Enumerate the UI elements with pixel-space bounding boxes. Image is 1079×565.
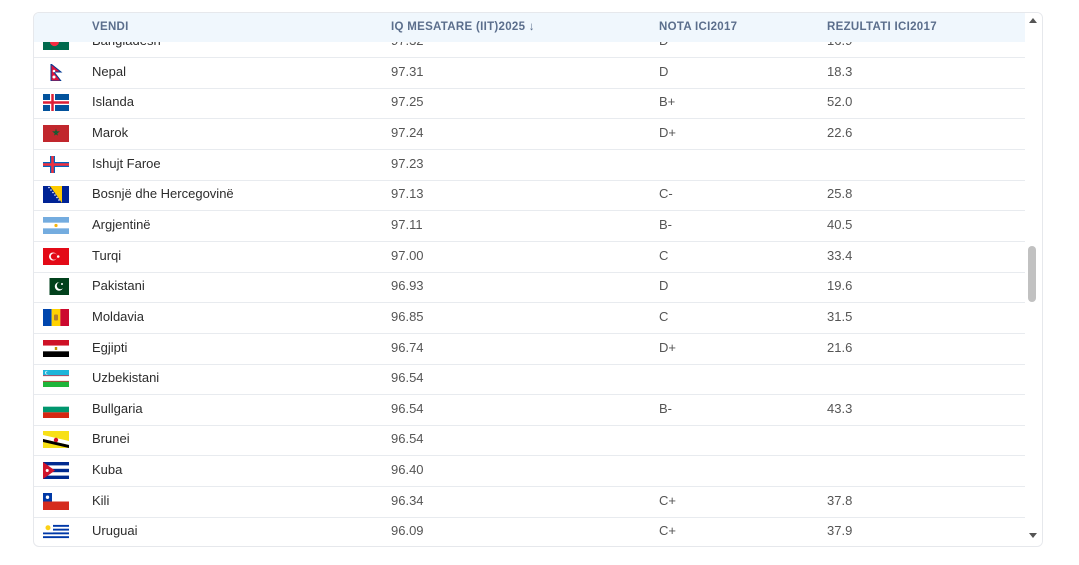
iq-average-value: 97.00 [391,247,424,263]
uruguay-flag-icon [43,523,69,541]
country-name: Brunei [92,431,130,447]
country-iq-table: Bangladesh97.32D16.9Nepal97.31D18.3Islan… [33,12,1043,547]
table-row[interactable]: Brunei 96.54 [34,425,1025,457]
table-row[interactable]: Turqi 97.00 C 33.4 [34,242,1025,273]
ici-score-value: 21.6 [827,339,853,355]
ici-score-value: 37.9 [827,523,853,539]
iq-average-value: 96.93 [391,278,424,294]
ici-grade-value: B+ [659,94,676,110]
ici-score-value: 33.4 [827,247,853,263]
ici-score-value: 37.8 [827,492,853,508]
table-row[interactable]: Argjentinë 97.11 B- 40.5 [34,211,1025,242]
iq-average-value: 97.31 [391,63,424,79]
table-viewport[interactable]: Bangladesh97.32D16.9Nepal97.31D18.3Islan… [34,13,1025,546]
iq-average-value: 96.34 [391,492,424,508]
ici-grade-value: B- [659,216,672,232]
ici-grade-value: C+ [659,492,676,508]
country-name: Egjipti [92,339,128,355]
country-name: Nepal [92,63,126,79]
column-header-ici-grade[interactable]: NOTA ICI2017 [659,21,737,33]
iceland-flag-icon [43,94,69,112]
table-header: VENDI IQ MESATARE (IIT)2025 ↓ NOTA ICI20… [34,13,1025,42]
turkey-flag-icon [43,247,69,265]
country-name: Islanda [92,94,134,110]
faroe-flag-icon [43,155,69,173]
ici-grade-value: D [659,63,669,79]
table-row[interactable]: Moldavia 96.85 C 31.5 [34,303,1025,334]
country-name: Pakistani [92,278,145,294]
table-row[interactable]: Ishujt Faroe 97.23 [34,150,1025,181]
ici-score-value: 25.8 [827,186,853,202]
ici-grade-value: D+ [659,124,676,140]
iq-average-value: 97.23 [391,155,424,171]
iq-average-value: 96.09 [391,523,424,539]
ici-grade-value: C [659,308,669,324]
iq-average-value: 96.54 [391,400,424,416]
country-name: Kili [92,492,110,508]
pakistan-flag-icon [43,278,69,296]
cuba-flag-icon [43,462,69,480]
table-row[interactable]: Uruguai 96.09 C+ 37.9 [34,517,1025,546]
iq-average-value: 96.74 [391,339,424,355]
iq-average-value: 97.24 [391,124,424,140]
table-row[interactable]: Nepal 97.31 D 18.3 [34,58,1025,89]
ici-grade-value: D [659,278,669,294]
table-row[interactable]: Uzbekistani 96.54 [34,364,1025,396]
iq-average-value: 96.54 [391,370,424,386]
table-row[interactable]: Kuba 96.40 [34,456,1025,488]
ici-grade-value: C [659,247,669,263]
ici-score-value: 52.0 [827,94,853,110]
scroll-up-arrow-icon[interactable] [1029,18,1037,23]
table-row[interactable]: Bullgaria 96.54 B- 43.3 [34,395,1025,426]
argentina-flag-icon [43,216,69,234]
table-row[interactable]: Egjipti 96.74 D+ 21.6 [34,334,1025,365]
table-row[interactable]: Pakistani 96.93 D 19.6 [34,272,1025,304]
country-name: Marok [92,124,129,140]
country-name: Kuba [92,462,123,478]
moldova-flag-icon [43,308,69,326]
iq-average-value: 96.85 [391,308,424,324]
country-name: Uruguai [92,523,138,539]
table-row[interactable]: Kili 96.34 C+ 37.8 [34,487,1025,518]
ici-score-value: 22.6 [827,124,853,140]
country-name: Bosnjë dhe Hercegovinë [92,186,234,202]
ici-score-value: 40.5 [827,216,853,232]
column-header-iq-sorted[interactable]: IQ MESATARE (IIT)2025 ↓ [391,21,535,33]
ici-grade-value: D+ [659,339,676,355]
table-row[interactable]: Bosnjë dhe Hercegovinë 97.13 C- 25.8 [34,180,1025,212]
ici-grade-value: B- [659,400,672,416]
column-header-ici-score[interactable]: REZULTATI ICI2017 [827,21,937,33]
ici-score-value: 18.3 [827,63,853,79]
ici-grade-value: C+ [659,523,676,539]
table-row[interactable]: Islanda 97.25 B+ 52.0 [34,88,1025,120]
ici-score-value: 43.3 [827,400,853,416]
scrollbar-thumb[interactable] [1028,246,1036,302]
country-name: Ishujt Faroe [92,155,161,171]
country-name: Argjentinë [92,216,151,232]
country-name: Moldavia [92,308,145,324]
iq-average-value: 96.40 [391,462,424,478]
morocco-flag-icon [43,124,69,142]
ici-score-value: 19.6 [827,278,853,294]
ici-grade-value: C- [659,186,673,202]
chile-flag-icon [43,492,69,510]
column-header-country[interactable]: VENDI [92,21,129,33]
bosnia-flag-icon [43,186,69,204]
country-name: Turqi [92,247,122,263]
iq-average-value: 97.11 [391,216,423,232]
bulgaria-flag-icon [43,400,69,418]
iq-average-value: 97.25 [391,94,424,110]
scroll-down-arrow-icon[interactable] [1029,533,1037,538]
ici-score-value: 31.5 [827,308,853,324]
egypt-flag-icon [43,339,69,357]
table-row[interactable]: Marok 97.24 D+ 22.6 [34,119,1025,150]
iq-average-value: 96.54 [391,431,424,447]
country-name: Uzbekistani [92,370,160,386]
country-name: Bullgaria [92,400,143,416]
uzbekistan-flag-icon [43,370,69,388]
nepal-flag-icon [43,63,69,81]
iq-average-value: 97.13 [391,186,424,202]
brunei-flag-icon [43,431,69,449]
